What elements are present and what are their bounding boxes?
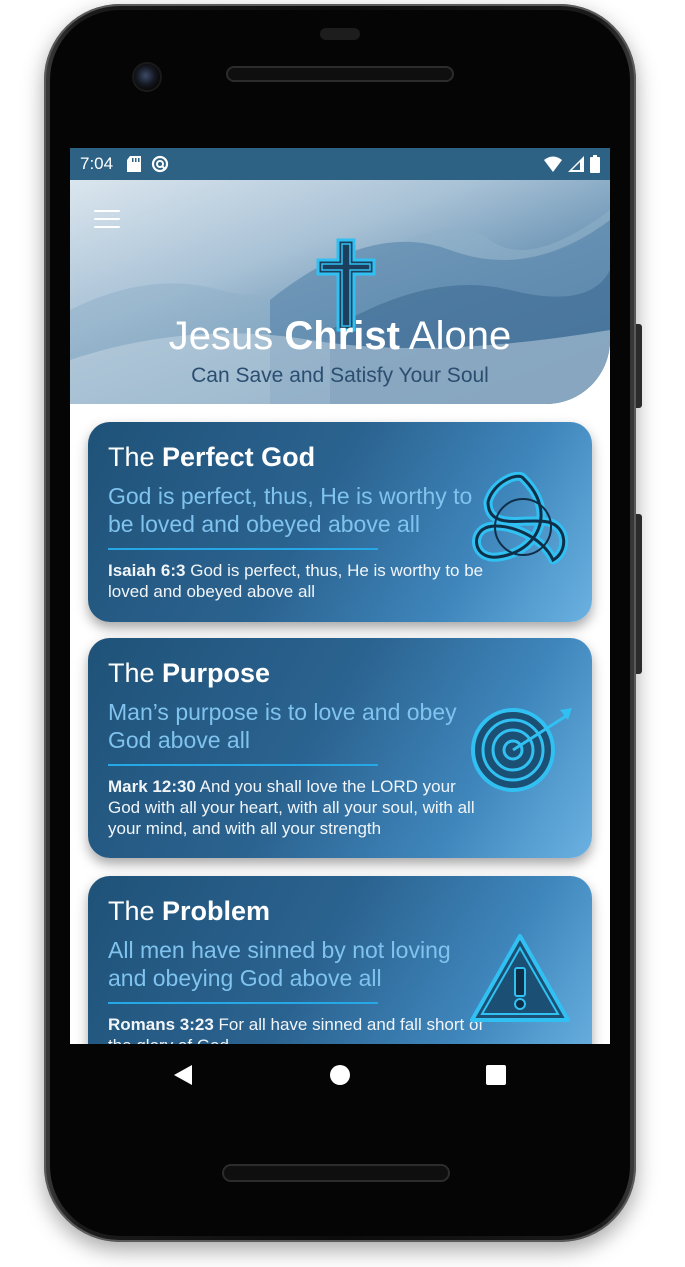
app-title: Jesus Christ Alone — [70, 314, 610, 359]
trinity-knot-icon — [472, 472, 569, 565]
battery-icon — [590, 155, 600, 173]
status-bar: 7:04 — [70, 148, 610, 180]
card-purpose[interactable]: The Purpose Man’s purpose is to love and… — [88, 638, 592, 858]
earpiece-speaker — [226, 66, 454, 82]
sd-card-icon — [127, 156, 142, 172]
warning-icon — [470, 934, 570, 1022]
card-verse: Isaiah 6:3 God is perfect, thus, He is w… — [108, 561, 484, 601]
back-icon[interactable] — [172, 1063, 194, 1087]
top-slot — [320, 28, 360, 40]
app-title-part2: Alone — [399, 314, 512, 358]
wifi-icon — [544, 156, 562, 172]
app-title-bold: Christ — [284, 314, 400, 358]
front-camera — [134, 64, 160, 90]
card-summary: Man’s purpose is to love and obey God ab… — [108, 699, 457, 753]
app-screen: 7:04 Jesus Christ Alone Can Save and Sat… — [70, 148, 610, 1044]
bottom-speaker — [222, 1164, 450, 1182]
card-divider — [108, 1002, 378, 1004]
target-arrow-icon — [471, 708, 572, 792]
header-banner: Jesus Christ Alone Can Save and Satisfy … — [70, 180, 610, 404]
sync-icon — [151, 155, 169, 173]
recents-icon[interactable] — [485, 1063, 507, 1087]
card-summary: All men have sinned by not loving and ob… — [108, 937, 451, 991]
power-button — [636, 324, 642, 408]
card-perfect-god[interactable]: The Perfect God God is perfect, thus, He… — [88, 422, 592, 622]
android-nav-bar — [50, 1045, 630, 1115]
status-time: 7:04 — [80, 154, 114, 173]
card-verse: Romans 3:23 For all have sinned and fall… — [108, 1015, 484, 1044]
menu-icon[interactable] — [94, 210, 120, 230]
card-divider — [108, 548, 378, 550]
signal-icon — [568, 156, 584, 172]
card-title: The Perfect God — [108, 442, 316, 472]
home-icon[interactable] — [329, 1063, 351, 1087]
card-problem[interactable]: The Problem All men have sinned by not l… — [88, 876, 592, 1044]
card-verse: Mark 12:30 And you shall love the LORD y… — [108, 777, 475, 838]
card-title: The Purpose — [108, 658, 271, 688]
app-title-part1: Jesus — [168, 314, 285, 358]
volume-button — [636, 514, 642, 674]
app-subtitle: Can Save and Satisfy Your Soul — [191, 364, 489, 387]
card-title: The Problem — [108, 896, 271, 926]
card-summary: God is perfect, thus, He is worthy to be… — [108, 483, 473, 537]
card-divider — [108, 764, 378, 766]
